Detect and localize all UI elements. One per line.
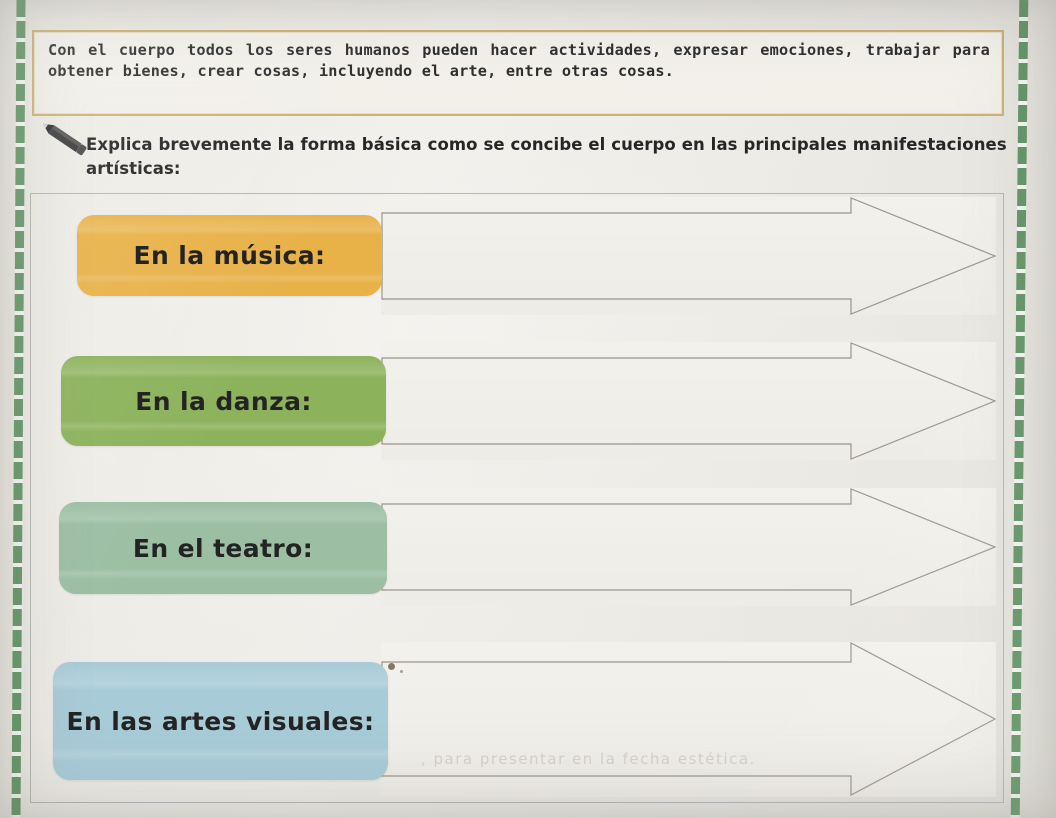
instruction-block: Explica brevemente la forma básica como … xyxy=(30,123,1010,181)
info-box-text: Con el cuerpo todos los seres humanos pu… xyxy=(48,41,990,80)
arrow-shape-icon xyxy=(381,488,996,606)
ink-speck-secondary xyxy=(400,670,403,673)
label-chip-danza: En la danza: xyxy=(61,356,386,446)
pencil-icon xyxy=(42,123,87,156)
label-chip-musica: En la música: xyxy=(77,215,382,296)
label-text-artes-visuales: En las artes visuales: xyxy=(66,706,375,736)
answer-row-musica: En la música: xyxy=(31,197,1003,315)
label-text-musica: En la música: xyxy=(133,241,326,270)
label-chip-teatro: En el teatro: xyxy=(59,502,387,594)
label-chip-artes-visuales: En las artes visuales: xyxy=(53,662,388,780)
left-edge-stripe xyxy=(11,0,26,818)
arrow-shape-icon xyxy=(381,197,996,315)
answer-arrow-musica[interactable] xyxy=(381,197,996,315)
label-text-danza: En la danza: xyxy=(135,386,312,416)
answer-row-danza: En la danza: xyxy=(31,342,1003,460)
info-box: Con el cuerpo todos los seres humanos pu… xyxy=(32,30,1004,116)
ink-speck xyxy=(388,663,395,670)
arrow-shape-icon xyxy=(381,642,996,796)
answer-arrow-artes-visuales[interactable]: , para presentar en la fecha estética. xyxy=(381,642,996,797)
answer-arrow-danza[interactable] xyxy=(381,342,996,460)
answer-row-artes-visuales: , para presentar en la fecha estética. E… xyxy=(31,642,1003,797)
worksheet-page: Con el cuerpo todos los seres humanos pu… xyxy=(0,0,1056,818)
answer-frame: En la música: En la danza: En el teatro:… xyxy=(30,193,1004,803)
answer-arrow-teatro[interactable] xyxy=(381,488,996,606)
instruction-text: Explica brevemente la forma básica como … xyxy=(86,135,1007,178)
arrow-shape-icon xyxy=(381,342,996,460)
answer-row-teatro: En el teatro: xyxy=(31,488,1003,606)
label-text-teatro: En el teatro: xyxy=(132,533,314,563)
right-edge-stripe xyxy=(1010,0,1029,818)
